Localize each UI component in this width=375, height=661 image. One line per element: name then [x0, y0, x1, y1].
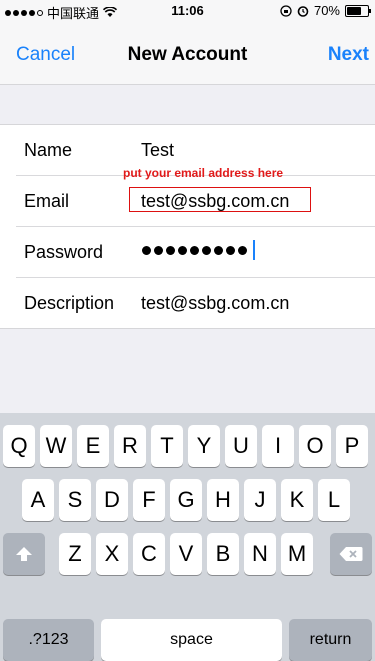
key-d[interactable]: D	[96, 479, 128, 521]
delete-icon	[339, 547, 363, 561]
password-label: Password	[24, 242, 104, 262]
password-dot	[142, 245, 151, 255]
key-c[interactable]: C	[133, 533, 165, 575]
key-p[interactable]: P	[336, 425, 368, 467]
key-g[interactable]: G	[170, 479, 202, 521]
key-v[interactable]: V	[170, 533, 202, 575]
key-t[interactable]: T	[151, 425, 183, 467]
key-y[interactable]: Y	[188, 425, 220, 467]
battery-percent: 70%	[313, 3, 340, 18]
numbers-key[interactable]: .?123	[3, 619, 94, 661]
password-dot	[226, 245, 235, 255]
account-form: Name Test Email test@ssbg.com.cn Passwor…	[0, 124, 375, 329]
page-title: New Account	[127, 44, 248, 65]
description-row[interactable]: Description test@ssbg.com.cn	[0, 278, 375, 329]
next-button[interactable]: Next	[328, 44, 369, 66]
key-a[interactable]: A	[22, 479, 54, 521]
shift-key[interactable]	[3, 533, 45, 575]
key-m[interactable]: M	[281, 533, 313, 575]
password-dot	[166, 245, 175, 255]
status-bar: 中国联通 11:06 70%	[0, 0, 375, 21]
description-field[interactable]: test@ssbg.com.cn	[141, 293, 289, 314]
key-l[interactable]: L	[318, 479, 350, 521]
delete-key[interactable]	[330, 533, 372, 575]
key-b[interactable]: B	[207, 533, 239, 575]
key-i[interactable]: I	[262, 425, 294, 467]
description-label: Description	[24, 293, 115, 313]
name-field[interactable]: Test	[141, 140, 174, 161]
text-cursor	[253, 240, 255, 260]
key-s[interactable]: S	[59, 479, 91, 521]
key-k[interactable]: K	[281, 479, 313, 521]
password-dot	[154, 245, 163, 255]
name-label: Name	[24, 140, 73, 160]
key-o[interactable]: O	[299, 425, 331, 467]
navigation-bar: Cancel New Account Next	[0, 20, 375, 85]
key-q[interactable]: Q	[3, 425, 35, 467]
key-z[interactable]: Z	[59, 533, 91, 575]
password-dot	[238, 245, 247, 255]
key-u[interactable]: U	[225, 425, 257, 467]
shift-icon	[16, 547, 32, 561]
key-r[interactable]: R	[114, 425, 146, 467]
password-dot	[178, 245, 187, 255]
space-key[interactable]: space	[101, 619, 282, 661]
password-field[interactable]	[142, 240, 255, 260]
email-hint-annotation: put your email address here	[123, 166, 284, 180]
email-highlight-box	[129, 187, 311, 212]
key-x[interactable]: X	[96, 533, 128, 575]
email-label: Email	[24, 191, 70, 211]
key-e[interactable]: E	[77, 425, 109, 467]
password-dot	[214, 245, 223, 255]
key-f[interactable]: F	[133, 479, 165, 521]
status-right: 70%	[280, 3, 371, 18]
return-key[interactable]: return	[289, 619, 372, 661]
key-j[interactable]: J	[244, 479, 276, 521]
keyboard: Q W E R T Y U I O P A S D F G H J K L Z X C V B N M .?123 space retu…	[0, 413, 375, 661]
key-w[interactable]: W	[40, 425, 72, 467]
rotation-lock-icon	[280, 4, 292, 17]
password-dot	[202, 245, 211, 255]
password-dot	[190, 245, 199, 255]
key-h[interactable]: H	[207, 479, 239, 521]
alarm-icon	[297, 5, 309, 17]
battery-icon	[345, 4, 371, 17]
key-n[interactable]: N	[244, 533, 276, 575]
